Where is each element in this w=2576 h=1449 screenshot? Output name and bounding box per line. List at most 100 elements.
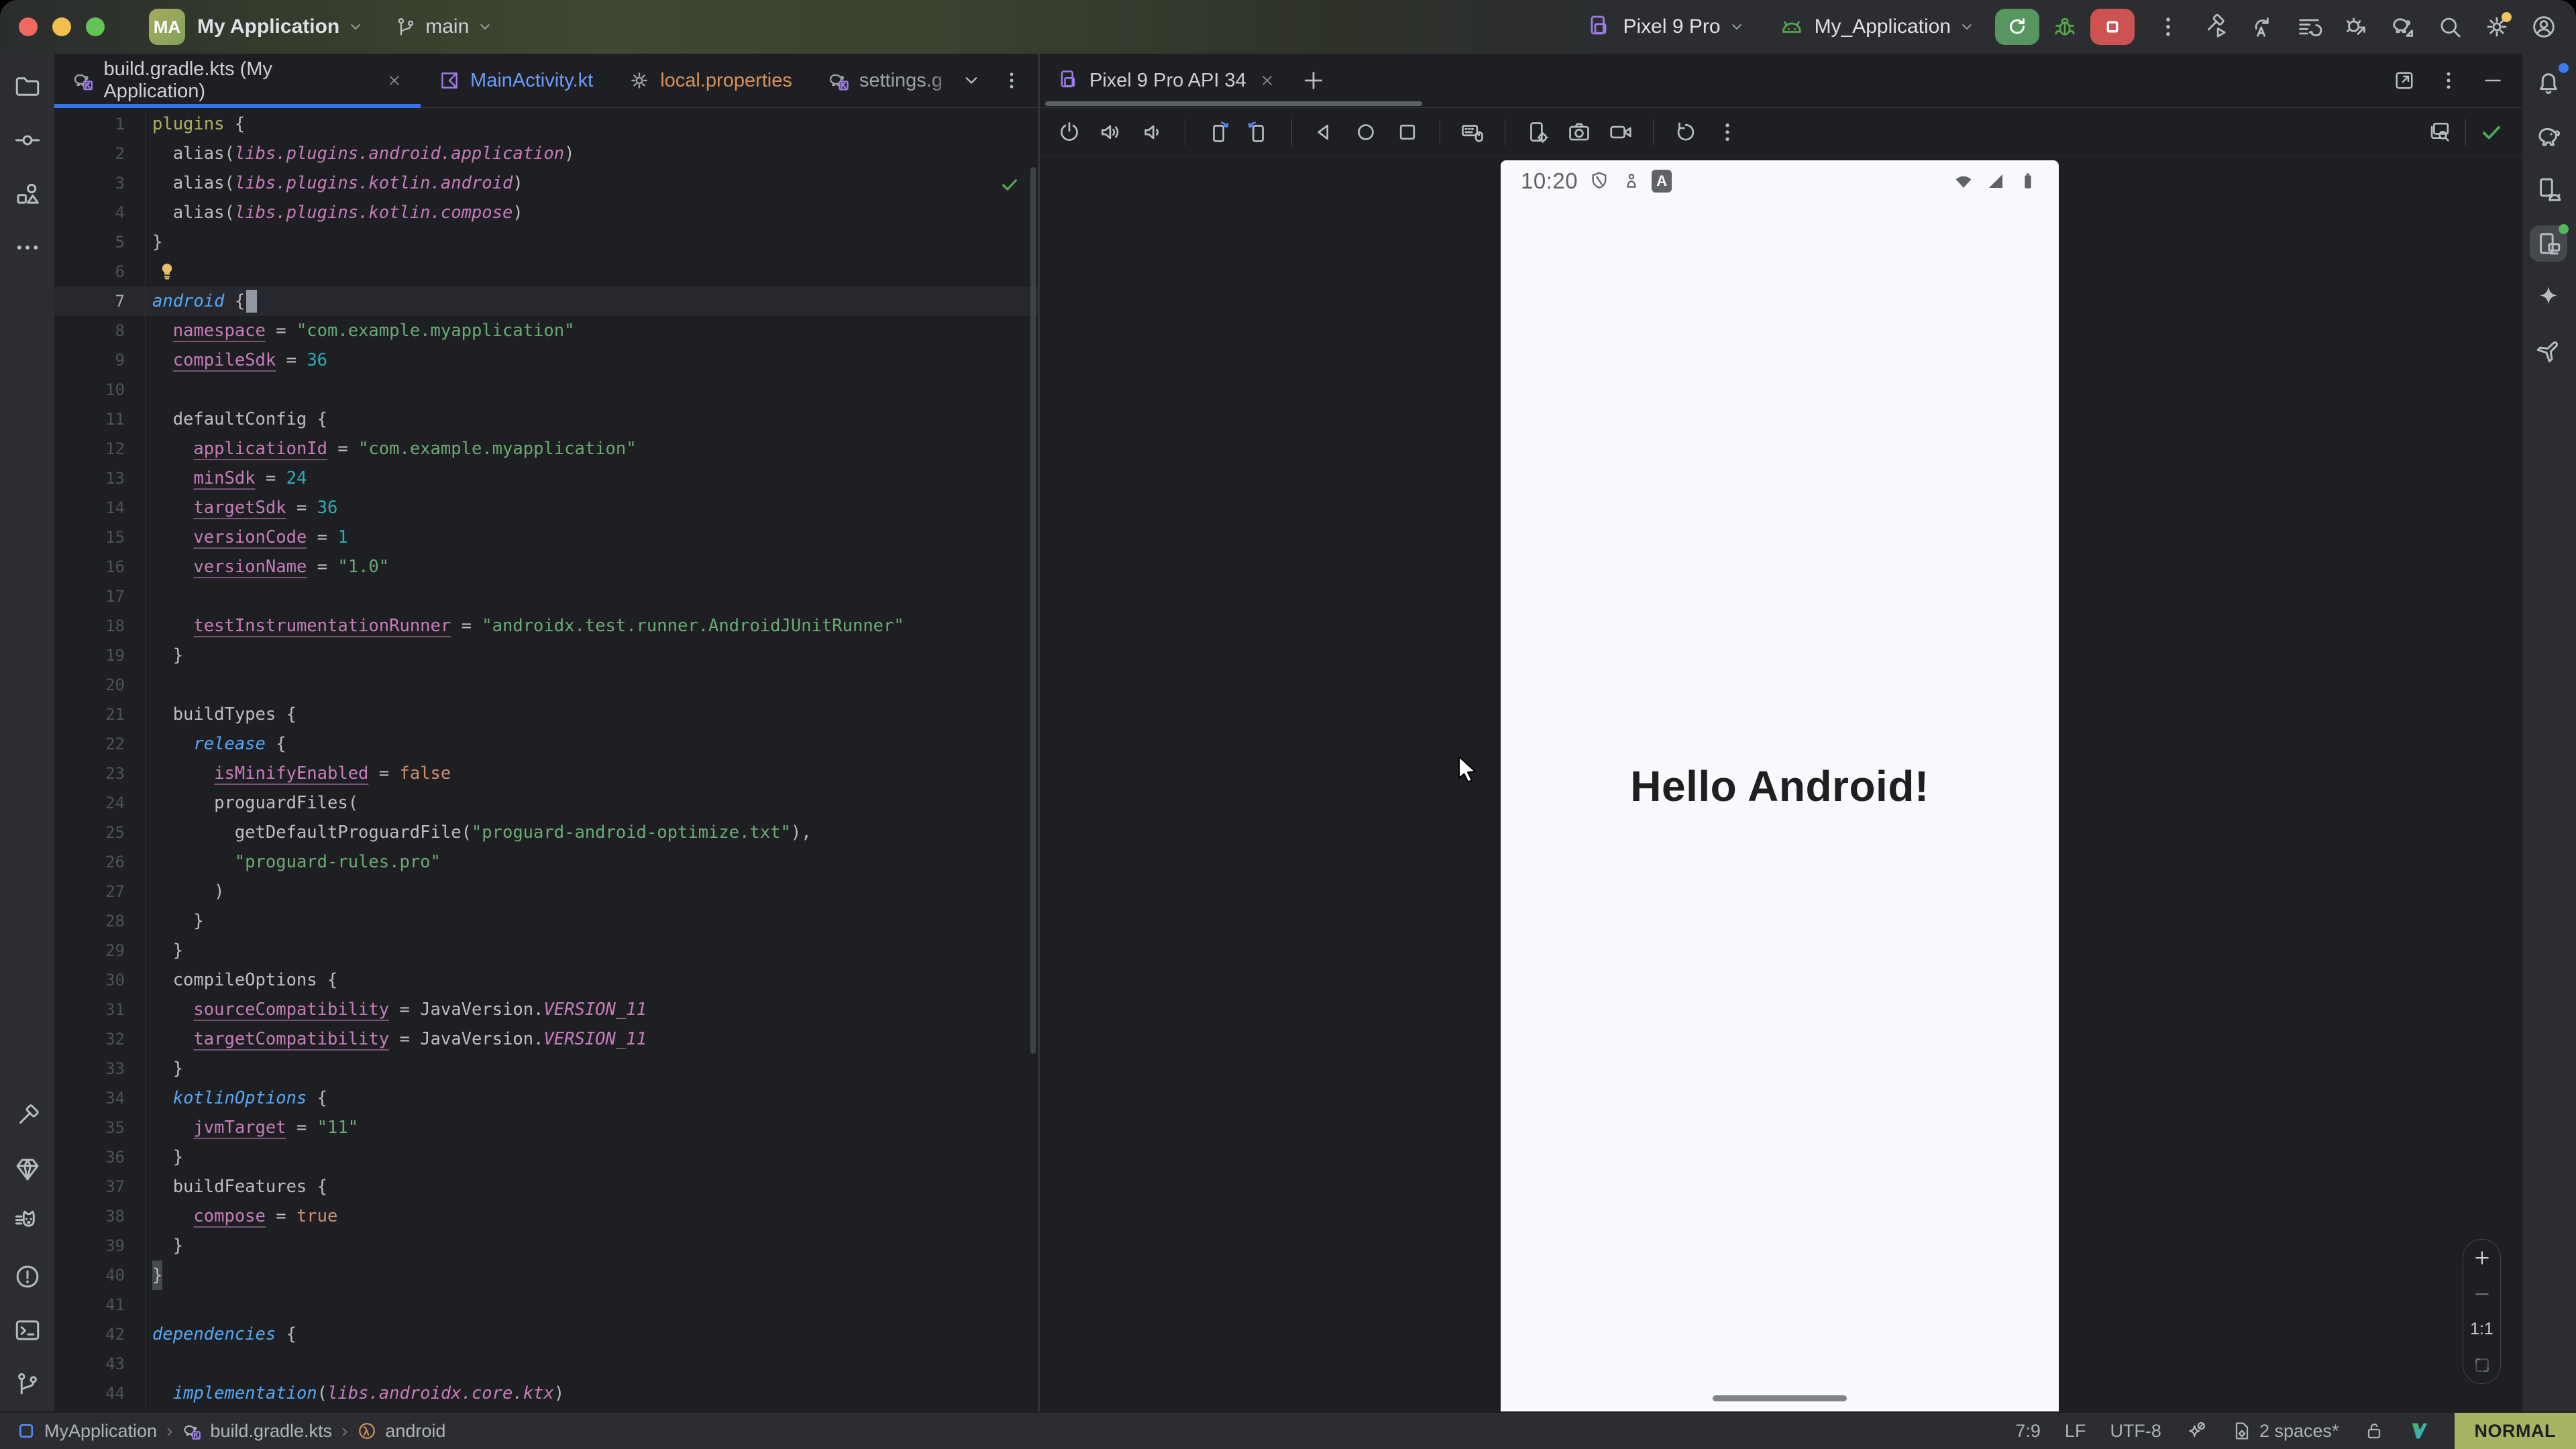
gemini-icon[interactable] bbox=[2530, 279, 2567, 315]
chevron-down-icon[interactable] bbox=[476, 17, 494, 36]
add-device-tab-button[interactable] bbox=[1300, 67, 1327, 94]
line-number[interactable]: 39 bbox=[54, 1231, 146, 1260]
line-number[interactable]: 18 bbox=[54, 611, 146, 641]
account-icon[interactable] bbox=[2530, 13, 2557, 40]
navigation-pill[interactable] bbox=[1713, 1395, 1847, 1401]
line-number[interactable]: 21 bbox=[54, 700, 146, 729]
code-editor[interactable]: 1plugins {2 alias(libs.plugins.android.a… bbox=[54, 108, 1038, 1414]
volume-up-icon[interactable] bbox=[1093, 115, 1128, 150]
extended-controls-icon[interactable] bbox=[1710, 115, 1745, 150]
editor-tab-main-activity[interactable]: MainActivity.kt bbox=[421, 54, 610, 107]
editor-tab-local-properties[interactable]: local.properties bbox=[610, 54, 810, 107]
window-minimize-button[interactable] bbox=[52, 17, 71, 36]
home-icon[interactable] bbox=[1348, 115, 1383, 150]
line-number[interactable]: 4 bbox=[54, 198, 146, 227]
line-number[interactable]: 14 bbox=[54, 493, 146, 523]
breadcrumb-item-myapplication[interactable]: MyApplication bbox=[16, 1421, 157, 1442]
line-number[interactable]: 28 bbox=[54, 906, 146, 936]
line-number[interactable]: 36 bbox=[54, 1142, 146, 1172]
problems-icon[interactable] bbox=[9, 1258, 46, 1295]
line-number[interactable]: 38 bbox=[54, 1201, 146, 1231]
line-number[interactable]: 32 bbox=[54, 1024, 146, 1054]
chevron-down-icon[interactable] bbox=[346, 17, 365, 36]
line-number[interactable]: 11 bbox=[54, 405, 146, 434]
volume-down-icon[interactable] bbox=[1135, 115, 1170, 150]
line-number[interactable]: 25 bbox=[54, 818, 146, 847]
terminal-icon[interactable] bbox=[9, 1312, 46, 1348]
device-screen[interactable]: 10:20 A Hello Android! bbox=[1501, 160, 2059, 1413]
window-zoom-button[interactable] bbox=[86, 17, 105, 36]
panel-options-icon[interactable] bbox=[2436, 68, 2461, 93]
branch-name[interactable]: main bbox=[425, 15, 469, 38]
gradle-sync-icon[interactable] bbox=[2390, 13, 2416, 40]
inspection-ok-icon[interactable] bbox=[999, 174, 1020, 195]
stop-button[interactable] bbox=[2090, 9, 2135, 45]
resource-manager-icon[interactable] bbox=[9, 176, 46, 212]
attach-debugger-icon[interactable] bbox=[2343, 13, 2369, 40]
line-number[interactable]: 7 bbox=[54, 286, 146, 316]
running-devices-icon[interactable] bbox=[2530, 225, 2567, 262]
search-everywhere-icon[interactable] bbox=[2436, 13, 2463, 40]
actual-size-button[interactable]: 1:1 bbox=[2470, 1320, 2493, 1339]
debug-button[interactable] bbox=[2051, 13, 2078, 40]
chevron-down-icon[interactable] bbox=[1727, 17, 1746, 36]
device-manager-icon[interactable] bbox=[2530, 172, 2567, 208]
status-ok-icon[interactable] bbox=[2474, 115, 2509, 150]
more-actions-icon[interactable] bbox=[2155, 13, 2182, 40]
line-number[interactable]: 37 bbox=[54, 1172, 146, 1201]
zoom-in-button[interactable] bbox=[2472, 1248, 2492, 1268]
device-selector[interactable]: Pixel 9 Pro bbox=[1623, 15, 1720, 38]
line-number[interactable]: 15 bbox=[54, 523, 146, 552]
unlock-icon[interactable] bbox=[2363, 1420, 2385, 1442]
commit-icon[interactable] bbox=[9, 122, 46, 158]
overview-icon[interactable] bbox=[1390, 115, 1425, 150]
line-number[interactable]: 5 bbox=[54, 227, 146, 257]
line-number[interactable]: 22 bbox=[54, 729, 146, 759]
window-close-button[interactable] bbox=[19, 17, 38, 36]
notifications-icon[interactable] bbox=[2530, 64, 2567, 101]
vim-icon[interactable] bbox=[2409, 1420, 2430, 1442]
settings-icon[interactable] bbox=[2483, 13, 2510, 40]
line-number[interactable]: 26 bbox=[54, 847, 146, 877]
line-number[interactable]: 44 bbox=[54, 1379, 146, 1408]
fit-screen-button[interactable] bbox=[2472, 1355, 2492, 1375]
build-icon[interactable] bbox=[9, 1097, 46, 1134]
zoom-out-button[interactable] bbox=[2472, 1284, 2492, 1304]
layout-inspector-icon[interactable] bbox=[2422, 115, 2457, 150]
line-number[interactable]: 24 bbox=[54, 788, 146, 818]
line-number[interactable]: 3 bbox=[54, 168, 146, 198]
rotate-left-icon[interactable] bbox=[1200, 115, 1235, 150]
file-encoding[interactable]: UTF-8 bbox=[2110, 1421, 2161, 1442]
line-number[interactable]: 23 bbox=[54, 759, 146, 788]
more-tools-icon[interactable] bbox=[9, 229, 46, 266]
hardware-input-icon[interactable] bbox=[1455, 115, 1490, 150]
editor-tab-settings-gradle[interactable]: settings.g bbox=[810, 54, 960, 107]
line-number[interactable]: 31 bbox=[54, 995, 146, 1024]
rotate-right-icon[interactable] bbox=[1242, 115, 1277, 150]
breadcrumb-item-build-gradle-kts[interactable]: build.gradle.kts bbox=[182, 1421, 332, 1442]
line-number[interactable]: 40 bbox=[54, 1260, 146, 1290]
line-number[interactable]: 16 bbox=[54, 552, 146, 582]
build-run-icon[interactable] bbox=[2202, 13, 2229, 40]
line-number[interactable]: 6 bbox=[54, 257, 146, 286]
editor-scrollbar[interactable] bbox=[1030, 167, 1036, 1054]
logcat-icon[interactable] bbox=[9, 1205, 46, 1241]
run-configuration[interactable]: My_Application bbox=[1815, 15, 1951, 38]
line-number[interactable]: 43 bbox=[54, 1349, 146, 1379]
line-number[interactable]: 42 bbox=[54, 1320, 146, 1349]
line-number[interactable]: 35 bbox=[54, 1113, 146, 1142]
line-number[interactable]: 33 bbox=[54, 1054, 146, 1083]
screenshot-icon[interactable] bbox=[1562, 115, 1597, 150]
hide-panel-icon[interactable] bbox=[2481, 68, 2505, 93]
line-number[interactable]: 10 bbox=[54, 375, 146, 405]
project-icon[interactable] bbox=[9, 68, 46, 105]
vim-mode-badge[interactable]: NORMAL bbox=[2455, 1413, 2576, 1449]
close-icon[interactable] bbox=[386, 72, 403, 89]
line-number[interactable]: 1 bbox=[54, 109, 146, 139]
close-icon[interactable] bbox=[1258, 72, 1276, 89]
breadcrumb-item-android[interactable]: android bbox=[357, 1421, 445, 1442]
back-icon[interactable] bbox=[1307, 115, 1342, 150]
sync-icon[interactable] bbox=[2249, 13, 2275, 40]
version-control-icon[interactable] bbox=[9, 1366, 46, 1402]
restart-icon[interactable] bbox=[1668, 115, 1703, 150]
